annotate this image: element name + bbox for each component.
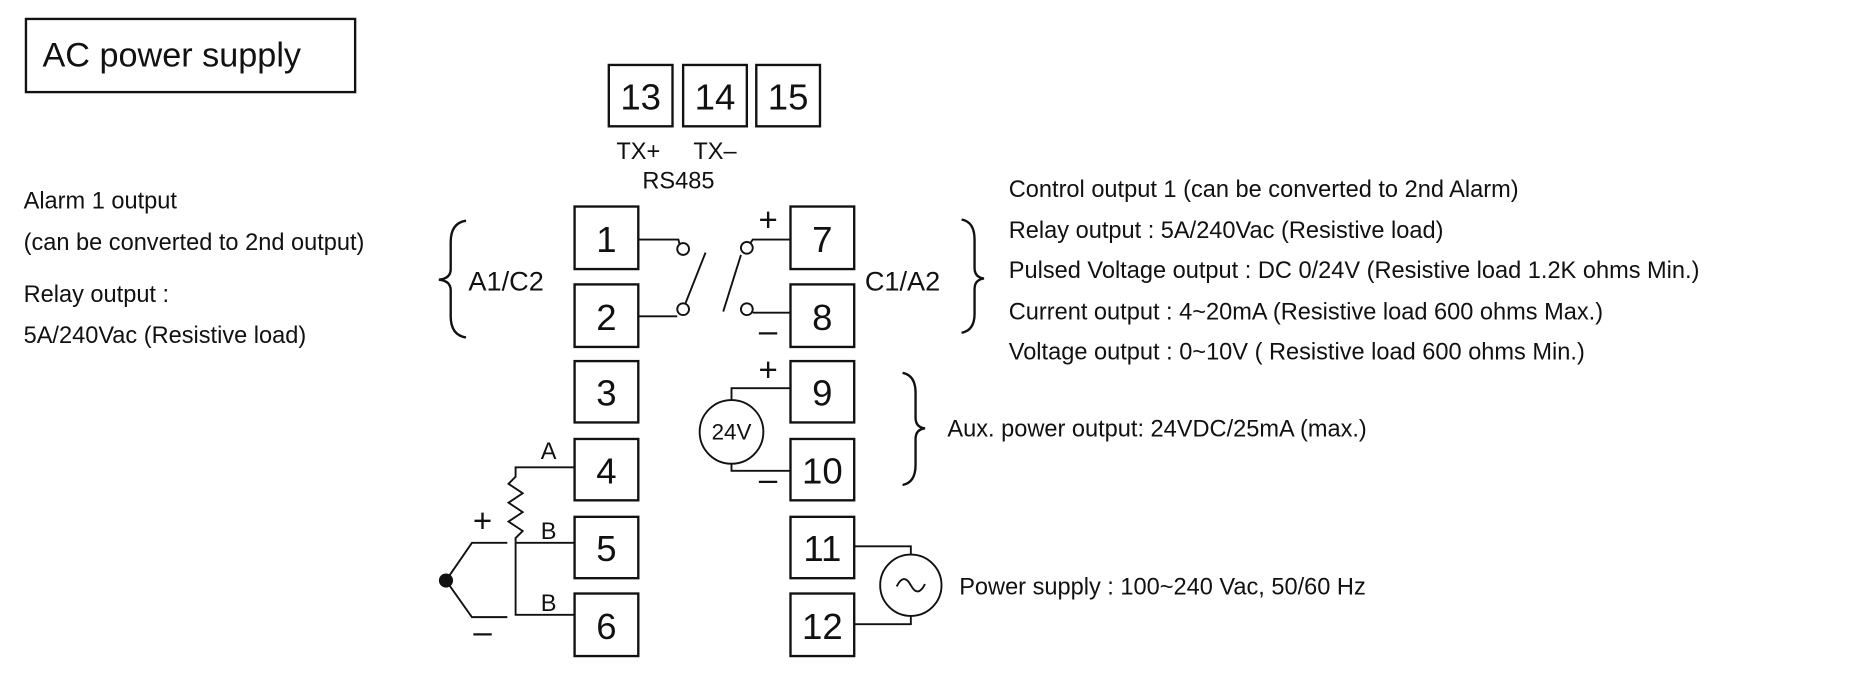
power-supply-text: Power supply : 100~240 Vac, 50/60 Hz — [959, 573, 1366, 599]
terminal-13: 13 — [607, 63, 674, 128]
control-line-4: Current output : 4~20mA (Resistive load … — [1009, 299, 1603, 325]
terminal-12: 12 — [789, 592, 856, 658]
plus-sign-9: + — [758, 351, 777, 388]
relay-a1-switch — [638, 238, 707, 318]
svg-text:15: 15 — [768, 76, 809, 117]
title: AC power supply — [42, 37, 301, 75]
tx-minus-label: TX– — [693, 138, 737, 164]
alarm-line-1: Alarm 1 output — [24, 188, 178, 214]
svg-text:4: 4 — [596, 450, 616, 491]
thermocouple-plus: + — [473, 502, 492, 539]
aux-24v-source: 24V — [698, 387, 791, 472]
alarm-line-2: (can be converted to 2nd output) — [24, 229, 365, 255]
plus-sign-7: + — [758, 201, 777, 238]
svg-text:11: 11 — [803, 528, 841, 569]
wiring-diagram: AC power supply 13 14 15 TX+ TX– RS485 1… — [24, 17, 1700, 658]
alarm-line-4: 5A/240Vac (Resistive load) — [24, 322, 307, 348]
minus-sign-8: – — [759, 312, 778, 349]
thermocouple-minus: – — [473, 613, 492, 650]
left-brace — [438, 219, 467, 339]
relay-c1-switch — [722, 238, 791, 317]
control-line-5: Voltage output : 0~10V ( Resistive load … — [1009, 339, 1585, 365]
terminal-4: 4 — [573, 437, 640, 502]
a1-c2-label: A1/C2 — [468, 265, 543, 296]
terminal-3: 3 — [573, 359, 640, 424]
rs485-label: RS485 — [642, 168, 714, 194]
c1-a2-label: C1/A2 — [865, 265, 940, 296]
minus-sign-10: – — [759, 461, 778, 498]
terminal-1: 1 — [573, 205, 640, 271]
terminal-6: 6 — [573, 592, 640, 658]
svg-text:7: 7 — [812, 219, 832, 260]
thermocouple — [438, 541, 508, 619]
control-line-3: Pulsed Voltage output : DC 0/24V (Resist… — [1009, 257, 1700, 283]
control-line-2: Relay output : 5A/240Vac (Resistive load… — [1009, 217, 1444, 243]
ac-source-icon — [854, 545, 943, 626]
terminal-11: 11 — [789, 515, 856, 580]
terminal-15: 15 — [755, 63, 822, 128]
terminal-9: 9 — [789, 359, 856, 424]
sensor-b-label-2: B — [541, 590, 557, 616]
aux-power-text: Aux. power output: 24VDC/25mA (max.) — [947, 415, 1366, 441]
terminal-10: 10 — [789, 437, 856, 502]
control-line-1: Control output 1 (can be converted to 2n… — [1009, 176, 1519, 202]
terminal-14: 14 — [681, 63, 749, 128]
terminal-8: 8 — [789, 283, 856, 349]
alarm-line-3: Relay output : — [24, 281, 170, 307]
svg-text:9: 9 — [812, 372, 832, 413]
svg-text:24V: 24V — [712, 419, 752, 444]
svg-text:10: 10 — [802, 450, 843, 491]
svg-text:2: 2 — [596, 297, 616, 338]
svg-text:13: 13 — [620, 76, 661, 117]
terminal-5: 5 — [573, 515, 640, 580]
aux-brace — [902, 371, 926, 487]
right-brace — [961, 218, 985, 334]
terminal-7: 7 — [789, 205, 856, 271]
terminal-2: 2 — [573, 283, 640, 349]
svg-text:3: 3 — [596, 372, 616, 413]
svg-text:8: 8 — [812, 297, 832, 338]
svg-text:5: 5 — [596, 528, 616, 569]
title-box: AC power supply — [24, 17, 357, 94]
svg-text:6: 6 — [596, 606, 616, 647]
svg-text:14: 14 — [695, 76, 736, 117]
sensor-b-label-1: B — [541, 518, 557, 544]
svg-text:12: 12 — [802, 606, 843, 647]
svg-text:1: 1 — [596, 219, 616, 260]
tx-plus-label: TX+ — [616, 138, 660, 164]
sensor-a-label: A — [541, 438, 557, 464]
